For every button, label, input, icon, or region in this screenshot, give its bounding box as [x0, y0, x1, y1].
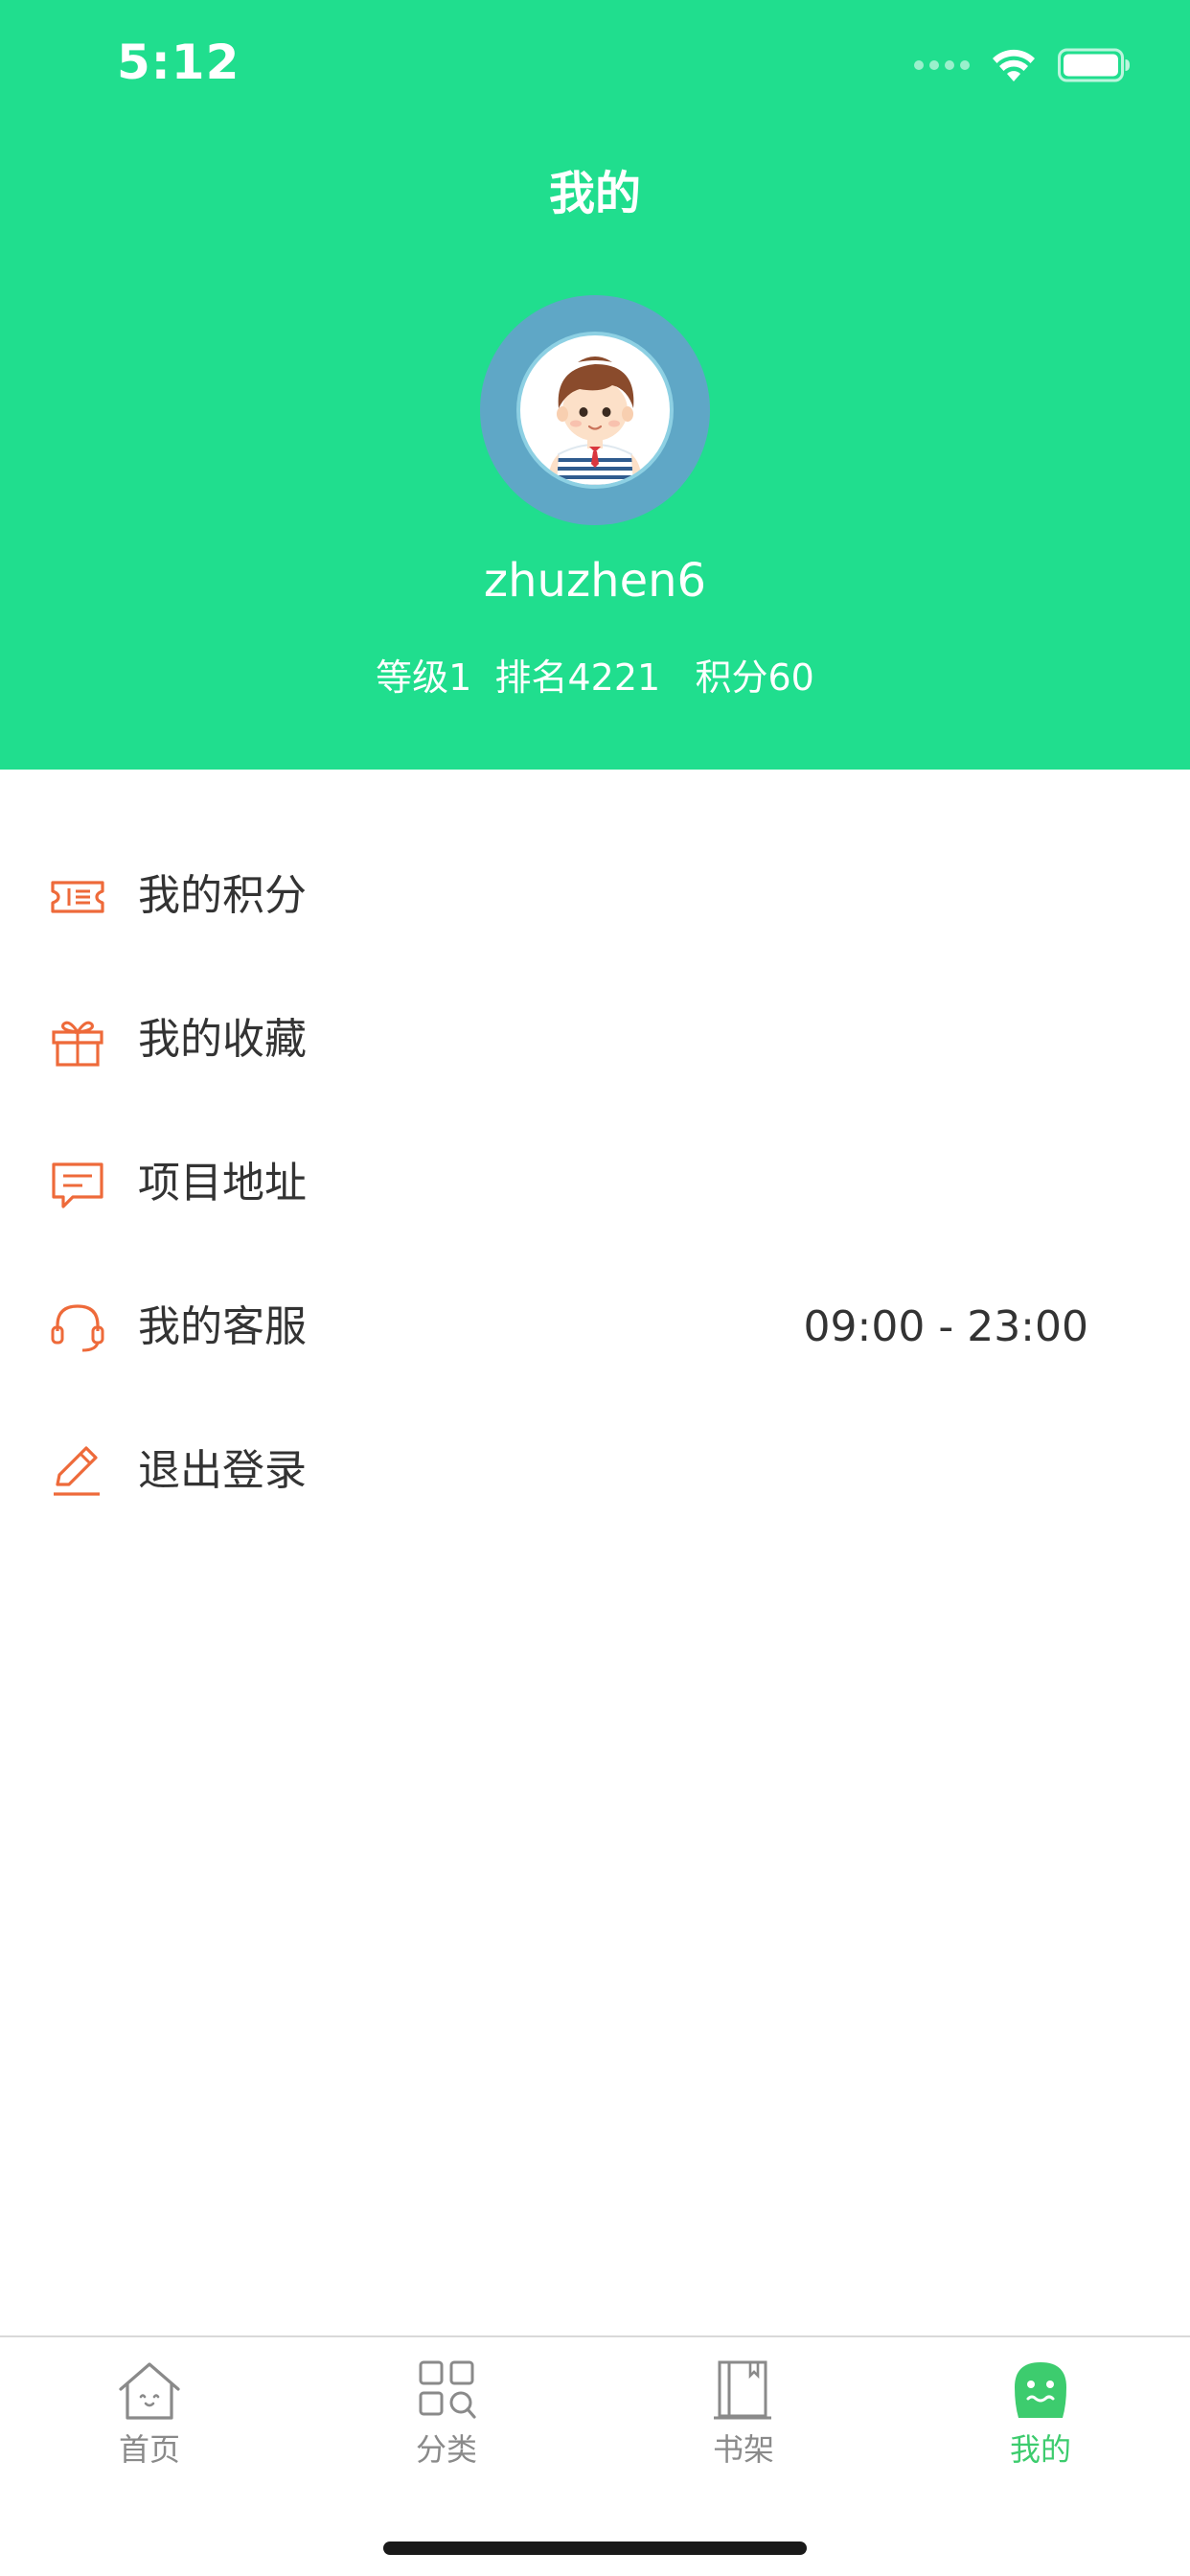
service-hours: 09:00 - 23:00	[803, 1302, 1088, 1351]
menu-item-label: 项目地址	[138, 1159, 307, 1208]
user-stats: 等级1 排名4221 积分60	[376, 656, 814, 699]
headset-icon	[51, 1304, 104, 1352]
menu-item-label: 我的客服	[138, 1302, 307, 1351]
wifi-icon	[993, 49, 1035, 81]
avatar[interactable]	[480, 295, 710, 525]
tab-bar: 首页 分类 书架 我的	[0, 2335, 1190, 2576]
tab-category[interactable]: 分类	[351, 2358, 542, 2483]
page-title: 我的	[548, 167, 641, 220]
status-bar: 5:12	[0, 0, 1190, 134]
tab-label: 分类	[415, 2431, 477, 2468]
tab-label: 我的	[1009, 2431, 1071, 2468]
ticket-icon	[51, 881, 104, 913]
menu-item-logout[interactable]: 退出登录	[0, 1402, 1190, 1546]
menu-item-label: 退出登录	[138, 1446, 307, 1495]
boy-avatar-icon	[547, 356, 643, 485]
bookshelf-icon	[714, 2360, 771, 2420]
edit-icon	[54, 1446, 100, 1496]
profile-menu: 我的积分 我的收藏 项目地址 我的客服 09:00 - 23:00 退出登录	[0, 827, 1190, 1546]
menu-item-project-address[interactable]: 项目地址	[0, 1115, 1190, 1258]
tab-bookshelf[interactable]: 书架	[648, 2358, 839, 2483]
menu-item-customer-service[interactable]: 我的客服 09:00 - 23:00	[0, 1258, 1190, 1402]
cellular-signal-icon	[914, 60, 970, 70]
tab-profile[interactable]: 我的	[945, 2358, 1136, 2483]
category-icon	[419, 2360, 476, 2419]
menu-item-favorites[interactable]: 我的收藏	[0, 971, 1190, 1115]
profile-header: 5:12 我的 zhuzhen6 等级1 排名4221 积分60	[0, 0, 1190, 770]
tab-home[interactable]: 首页	[54, 2358, 245, 2483]
menu-item-label: 我的积分	[138, 871, 307, 920]
username: zhuzhen6	[483, 554, 707, 608]
message-icon	[52, 1162, 103, 1208]
menu-item-points[interactable]: 我的积分	[0, 827, 1190, 971]
gift-icon	[52, 1021, 103, 1067]
menu-item-label: 我的收藏	[138, 1015, 307, 1064]
battery-icon	[1058, 48, 1130, 82]
avatar-image	[516, 332, 674, 489]
status-icons	[914, 46, 1131, 84]
profile-face-icon	[1015, 2362, 1066, 2418]
home-indicator[interactable]	[383, 2542, 807, 2555]
home-icon	[119, 2362, 180, 2420]
status-time: 5:12	[117, 34, 240, 90]
tab-label: 书架	[712, 2431, 774, 2468]
tab-label: 首页	[118, 2431, 180, 2468]
